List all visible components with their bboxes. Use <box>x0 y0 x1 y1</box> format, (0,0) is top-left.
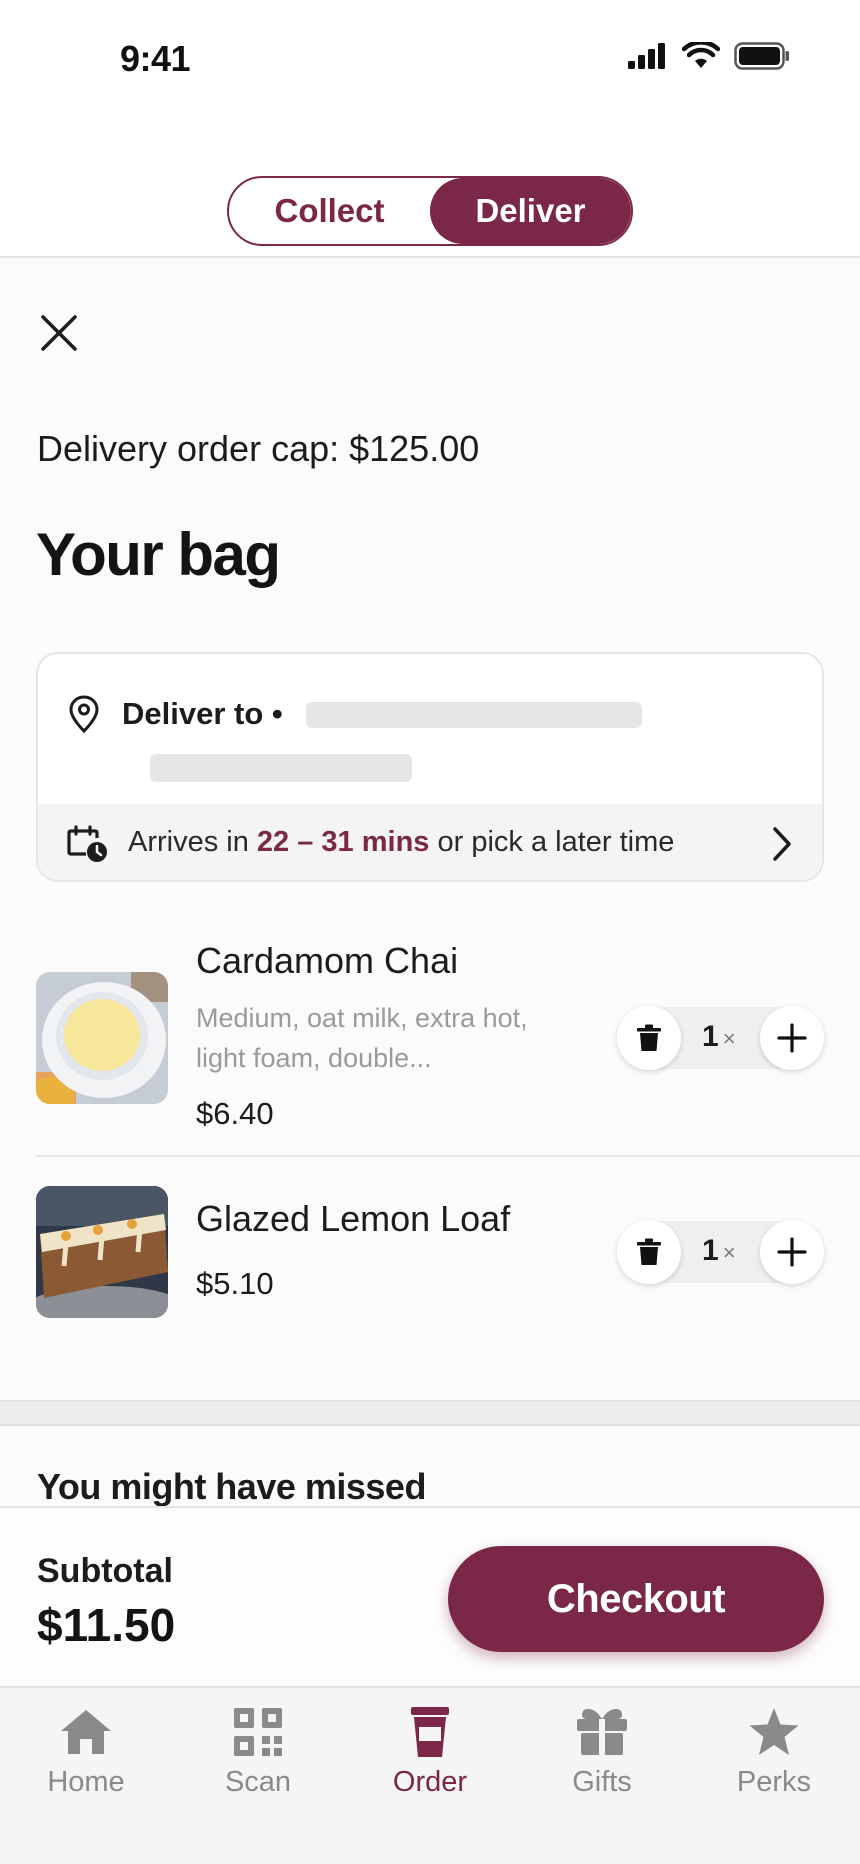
status-bar: 9:41 <box>0 0 860 120</box>
wifi-icon <box>682 42 720 68</box>
tab-label: Order <box>392 1766 468 1798</box>
redacted-address-line-1 <box>306 702 642 728</box>
trash-icon <box>637 1024 661 1051</box>
tab-perks-icon-wrap <box>688 1702 860 1762</box>
checkout-button[interactable]: Checkout <box>448 1546 824 1652</box>
chai-cup-image <box>36 972 168 1104</box>
tab-label: Gifts <box>572 1766 632 1798</box>
item-description: Medium, oat milk, extra hot, light foam,… <box>196 1003 528 1073</box>
status-time: 9:41 <box>120 38 191 79</box>
delivery-order-cap: Delivery order cap: $125.00 <box>37 428 480 469</box>
quantity-stepper: 1 × <box>617 1006 824 1070</box>
tab-home-icon-wrap <box>0 1702 172 1762</box>
bag-content: Delivery order cap: $125.00 Your bag Del… <box>0 258 860 1508</box>
quantity-value: 1 × <box>702 1234 736 1268</box>
quantity-stepper: 1 × <box>617 1220 824 1284</box>
gift-icon <box>577 1709 627 1755</box>
tab-label: Scan <box>224 1766 292 1798</box>
qr-code-icon <box>234 1708 282 1756</box>
item-image[interactable] <box>36 1186 168 1318</box>
battery-icon <box>734 42 789 70</box>
page-title: Your bag <box>36 521 281 588</box>
item-divider <box>36 1155 860 1157</box>
close-button[interactable] <box>36 310 82 356</box>
section-divider <box>0 1400 860 1426</box>
chevron-right-icon <box>773 827 791 861</box>
deliver-to-row[interactable]: Deliver to • <box>38 654 822 804</box>
redacted-address-line-2 <box>150 754 412 782</box>
tab-gifts[interactable]: Gifts <box>516 1702 688 1812</box>
star-icon <box>749 1708 799 1755</box>
item-image[interactable] <box>36 972 168 1104</box>
tab-order-icon-wrap <box>344 1702 516 1762</box>
plus-icon <box>777 1023 807 1053</box>
subtotal-value: $11.50 <box>37 1599 176 1651</box>
home-icon <box>61 1710 111 1754</box>
tab-scan-icon-wrap <box>172 1702 344 1762</box>
cellular-signal-icon <box>628 43 665 69</box>
trash-icon <box>637 1238 661 1265</box>
remove-item-button[interactable] <box>617 1006 681 1070</box>
quantity-value: 1 × <box>702 1020 736 1054</box>
item-name: Glazed Lemon Loaf <box>196 1198 511 1239</box>
quantity-multiplier: × <box>722 1240 736 1265</box>
remove-item-button[interactable] <box>617 1220 681 1284</box>
item-price: $5.10 <box>196 1266 274 1301</box>
subtotal-label: Subtotal <box>37 1552 173 1590</box>
item-price: $6.40 <box>196 1096 274 1131</box>
recommendations-heading: You might have missed <box>37 1466 426 1507</box>
location-pin-icon <box>69 695 99 734</box>
quantity-number: 1 <box>702 1020 719 1053</box>
collect-toggle-option[interactable]: Collect <box>229 178 430 244</box>
bottom-tab-bar: Home Scan Order Gifts Perks <box>0 1686 860 1864</box>
tab-perks[interactable]: Perks <box>688 1702 860 1812</box>
arrival-range: 22 – 31 mins <box>256 826 430 858</box>
tab-home[interactable]: Home <box>0 1702 172 1812</box>
plus-icon <box>777 1237 807 1267</box>
close-icon <box>41 315 77 351</box>
calendar-clock-icon <box>67 825 107 862</box>
tab-scan[interactable]: Scan <box>172 1702 344 1812</box>
cup-icon <box>411 1707 449 1757</box>
deliver-to-label: Deliver to • <box>122 696 283 731</box>
arrival-prefix: Arrives in <box>128 826 257 858</box>
arrival-time-row[interactable]: Arrives in 22 – 31 mins or pick a later … <box>38 804 822 880</box>
tab-order[interactable]: Order <box>344 1702 516 1812</box>
quantity-multiplier: × <box>722 1026 736 1051</box>
mode-toggle-wrap: Collect Deliver <box>0 176 860 246</box>
arrival-suffix: or pick a later time <box>429 826 675 858</box>
checkout-bar: Subtotal $11.50 Checkout <box>0 1506 860 1686</box>
status-icons <box>628 42 790 70</box>
tab-label: Perks <box>736 1766 812 1798</box>
quantity-number: 1 <box>702 1234 719 1267</box>
increase-quantity-button[interactable] <box>760 1006 824 1070</box>
arrival-estimate: Arrives in 22 – 31 mins or pick a later … <box>128 826 674 859</box>
tab-gifts-icon-wrap <box>516 1702 688 1762</box>
deliver-toggle-option[interactable]: Deliver <box>430 178 631 244</box>
item-name: Cardamom Chai <box>196 940 459 981</box>
increase-quantity-button[interactable] <box>760 1220 824 1284</box>
mode-toggle: Collect Deliver <box>227 176 633 246</box>
tab-label: Home <box>47 1766 125 1798</box>
delivery-card: Deliver to • Arrives in 22 – 31 mins or … <box>36 652 824 882</box>
lemon-loaf-image <box>36 1186 168 1318</box>
